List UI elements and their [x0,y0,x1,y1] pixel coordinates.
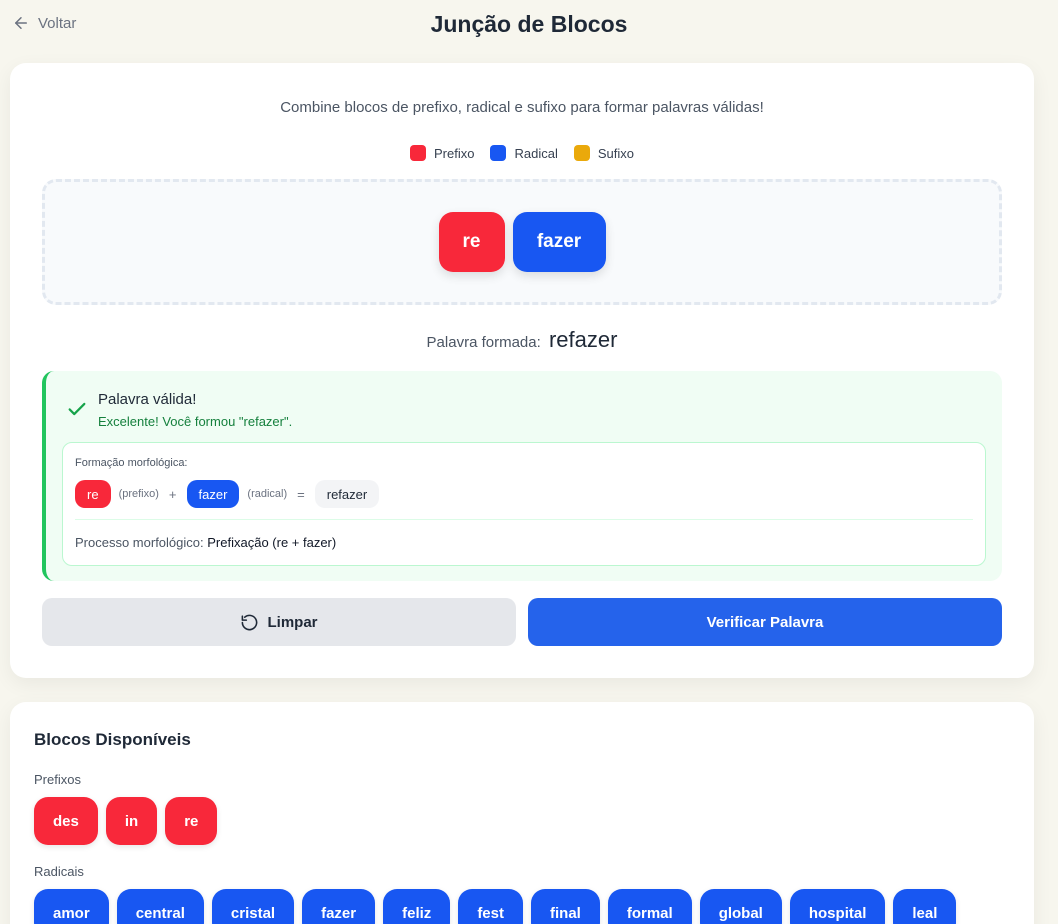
prefix-block[interactable]: in [105,797,158,845]
equals-sign: = [297,486,305,502]
clear-label: Limpar [267,613,318,631]
formed-word-label: Palavra formada: [426,334,541,351]
legend-prefix-label: Prefixo [434,145,475,161]
available-blocks-card: Blocos Disponíveis Prefixos des in re Ra… [10,702,1034,924]
radical-block[interactable]: feliz [383,889,451,924]
available-blocks-title: Blocos Disponíveis [34,730,191,749]
legend-radical-label: Radical [514,145,558,161]
plus-sign: + [168,486,177,502]
prefix-swatch [410,145,427,161]
radical-blocks: amor central cristal fazer feliz fest fi… [34,889,957,924]
radical-block[interactable]: central [116,889,204,924]
suffix-swatch [573,145,590,161]
radical-block[interactable]: fazer [302,889,376,924]
prefix-blocks: des in re [34,797,218,845]
result-title: Palavra válida! [98,391,197,408]
morph-prefix-type: (prefixo) [118,488,159,500]
result-message: Excelente! Você formou "refazer". [98,414,293,429]
morphology-process: Processo morfológico: Prefixação (re + f… [75,535,336,550]
morph-chip-radical: fazer [186,480,240,508]
radical-block[interactable]: hospital [789,889,886,924]
top-bar: Voltar Junção de Blocos [0,0,1058,50]
morph-chip-result: refazer [314,480,380,508]
game-card: Combine blocos de prefixo, radical e suf… [10,63,1034,678]
morph-chip-prefix: re [75,480,111,508]
morphology-divider [75,519,973,520]
prefixes-label: Prefixos [34,772,81,787]
radicals-label: Radicais [34,864,84,879]
page-title: Junção de Blocos [430,11,628,37]
verify-label: Verificar Palavra [706,613,824,631]
radical-block[interactable]: cristal [211,889,295,924]
verify-button[interactable]: Verificar Palavra [528,598,1002,646]
clear-button[interactable]: Limpar [42,598,516,646]
check-icon [68,402,86,416]
process-value: Prefixação (re + fazer) [207,535,337,550]
radical-block[interactable]: amor [34,889,109,924]
formed-word: refazer [548,327,618,352]
rotate-ccw-icon [242,614,258,630]
morph-radical-type: (radical) [247,488,288,500]
morphology-box: Formação morfológica: re (prefixo) + faz… [62,442,986,566]
legend: Prefixo Radical Sufixo [10,145,1034,161]
result-panel: Palavra válida! Excelente! Você formou "… [42,371,1002,581]
morphology-label: Formação morfológica: [75,457,188,469]
radical-block[interactable]: formal [607,889,692,924]
drop-zone[interactable]: re fazer [42,179,1002,305]
instruction-text: Combine blocos de prefixo, radical e suf… [280,99,764,116]
process-label: Processo morfológico: [75,535,204,550]
legend-item-radical: Radical [490,145,558,161]
legend-suffix-label: Sufixo [597,145,634,161]
formed-word-line: Palavra formada: refazer [10,327,1034,353]
radical-block[interactable]: final [531,889,600,924]
radical-swatch [490,145,507,161]
radical-block[interactable]: global [699,889,782,924]
placed-block-radical[interactable]: fazer [512,212,606,272]
morphology-equation: re (prefixo) + fazer (radical) = refazer [75,480,380,508]
placed-block-prefix[interactable]: re [438,212,505,272]
legend-item-prefix: Prefixo [410,145,474,161]
radical-block[interactable]: leal [893,889,957,924]
prefix-block[interactable]: re [165,797,218,845]
radical-block[interactable]: fest [458,889,523,924]
prefix-block[interactable]: des [34,797,98,845]
legend-item-suffix: Sufixo [573,145,634,161]
